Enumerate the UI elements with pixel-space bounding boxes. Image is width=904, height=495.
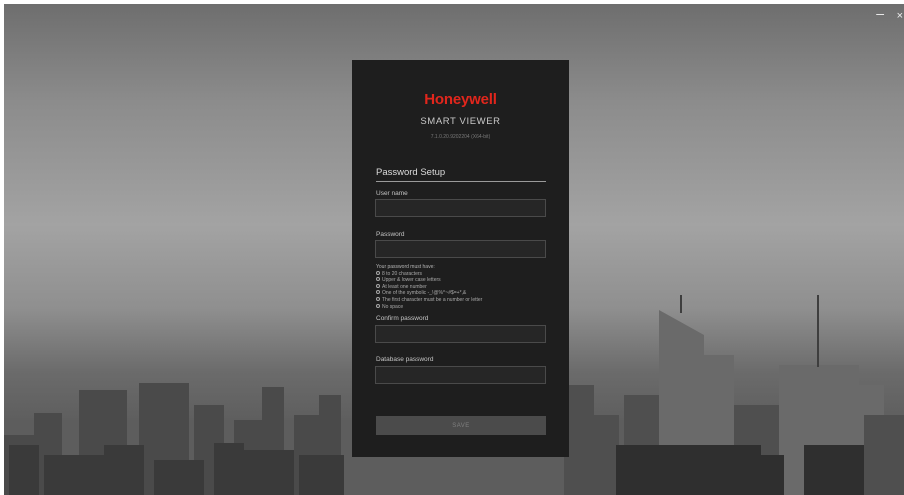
rule-item: No space [376,303,551,311]
check-circle-icon [376,277,380,282]
password-setup-panel: Honeywell SMART VIEWER 7.1.0.20.9202204 … [352,60,569,457]
database-password-input[interactable] [375,366,546,384]
section-title: Password Setup [376,167,446,178]
app-name: SMART VIEWER [420,116,501,127]
honeywell-logo: Honeywell [424,91,497,108]
check-circle-icon [376,270,380,275]
app-version: 7.1.0.20.9202204 (X64-bit) [430,134,491,140]
section-divider [376,181,546,182]
database-password-label: Database password [376,356,434,363]
password-rules: Your password must have: 8 to 20 charact… [376,264,551,311]
rule-item: Upper & lower case letters [376,277,551,284]
save-button[interactable]: SAVE [376,416,546,435]
check-circle-icon [376,290,380,295]
check-circle-icon [376,303,380,308]
confirm-password-input[interactable] [375,325,546,343]
rule-item: The first character must be a number or … [376,296,551,304]
rule-item: 8 to 20 characters [376,270,551,278]
password-input[interactable] [375,240,546,258]
check-circle-icon [376,283,380,288]
close-button[interactable]: × [897,10,903,22]
minimize-button[interactable]: – [876,6,884,20]
app-window: – × Honeywell SMART VIEWER 7.1.0.20.9202… [4,4,904,495]
username-input[interactable] [375,199,546,217]
rule-item: One of the symbolic -_!@%^~#$=+*,& [376,290,551,297]
check-circle-icon [376,296,380,301]
password-label: Password [376,231,405,238]
rule-item: At least one number [376,283,551,291]
confirm-password-label: Confirm password [376,315,429,322]
username-label: User name [376,190,408,197]
